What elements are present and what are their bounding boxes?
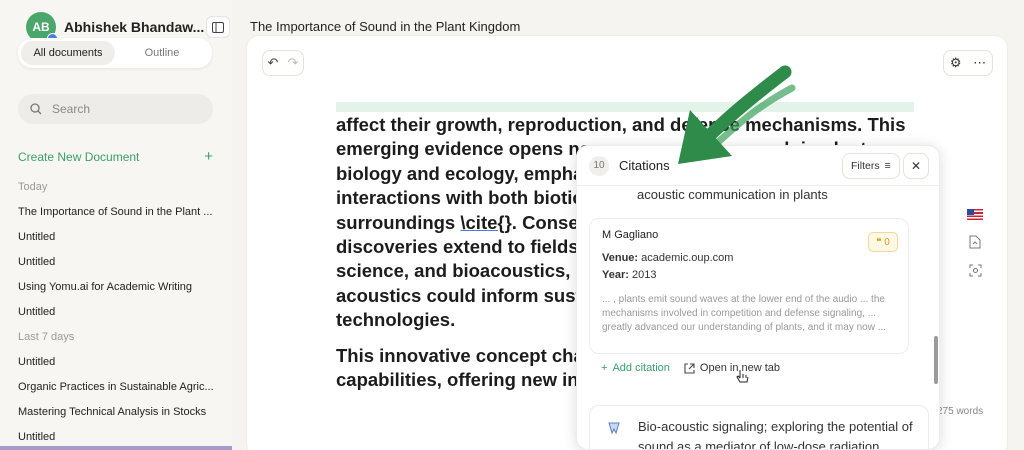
open-in-new-tab-button[interactable]: Open in new tab <box>684 362 780 374</box>
section-today: Today <box>18 181 48 193</box>
language-flag-icon[interactable] <box>967 206 983 222</box>
search-icon <box>30 103 42 115</box>
sidebar-panel-icon <box>212 21 224 33</box>
list-item[interactable]: Untitled <box>18 225 218 250</box>
editor-menu: ⚙ ⋯ <box>943 50 993 76</box>
add-citation-button[interactable]: + Add citation <box>601 362 670 374</box>
add-citation-label: Add citation <box>612 362 670 374</box>
tab-all-documents[interactable]: All documents <box>21 41 115 65</box>
scrollbar[interactable] <box>934 336 938 384</box>
filter-icon: ≡ <box>884 160 891 172</box>
external-link-icon <box>684 362 695 374</box>
sidebar-toggle-button[interactable] <box>206 16 230 38</box>
search-input[interactable] <box>52 102 192 116</box>
text-line: affect their growth, reproduction, and d… <box>336 114 906 135</box>
citation-meta: Venue: academic.oup.com Year: 2013 <box>602 250 896 284</box>
list-item[interactable]: Mastering Technical Analysis in Stocks <box>18 400 218 425</box>
section-last-7-days: Last 7 days <box>18 331 75 343</box>
annotation-arrow <box>678 65 796 164</box>
venue-label: Venue: <box>602 252 639 264</box>
citation-title-previous[interactable]: acoustic communication in plants <box>637 187 828 202</box>
search-box[interactable] <box>18 94 213 124</box>
citation-actions: + Add citation Open in new tab <box>601 362 780 374</box>
list-item[interactable]: Untitled <box>18 250 218 275</box>
side-toolbar <box>967 206 983 278</box>
citation-snippet: ... , plants emit sound waves at the low… <box>602 294 887 333</box>
list-item[interactable]: The Importance of Sound in the Plant ... <box>18 200 218 225</box>
citations-panel: 10 Citations Filters ≡ ✕ acoustic commun… <box>576 145 940 450</box>
text-highlight <box>336 102 914 112</box>
filters-label: Filters <box>851 160 880 172</box>
avatar-initials: AB <box>32 20 50 34</box>
tab-outline[interactable]: Outline <box>115 41 209 65</box>
citation-year: 2013 <box>631 269 657 281</box>
citation-card-next[interactable]: Bio-acoustic signaling; exploring the po… <box>589 405 929 450</box>
sidebar: AB Abhishek Bhandaw... All documents Out… <box>0 0 232 450</box>
close-icon[interactable]: ✕ <box>903 153 929 179</box>
quote-icon: ❝ <box>876 236 885 248</box>
page-title: The Importance of Sound in the Plant Kin… <box>250 19 521 34</box>
bottom-divider <box>0 446 232 450</box>
more-icon[interactable]: ⋯ <box>973 55 986 71</box>
redo-icon[interactable]: ↷ <box>288 55 299 71</box>
citation-next-title: Bio-acoustic signaling; exploring the po… <box>638 419 913 450</box>
quote-count-button[interactable]: ❝ 0 <box>868 232 898 252</box>
scan-icon[interactable] <box>967 262 983 278</box>
list-item[interactable]: Untitled <box>18 350 218 375</box>
cite-placeholder[interactable]: \cite{} <box>460 212 511 233</box>
text-fragment: . Conse <box>511 211 579 233</box>
list-item[interactable]: Organic Practices in Sustainable Agric..… <box>18 375 218 400</box>
quote-count: 0 <box>884 236 890 248</box>
undo-icon[interactable]: ↶ <box>268 55 279 71</box>
citation-author: M Gagliano <box>602 229 659 241</box>
document-icon[interactable] <box>967 234 983 250</box>
create-label: Create New Document <box>18 149 140 164</box>
pen-nib-icon <box>608 422 620 435</box>
word-count: 275 words <box>937 406 984 417</box>
list-item[interactable]: Untitled <box>18 300 218 325</box>
text-fragment: surroundings <box>336 211 461 233</box>
user-name: Abhishek Bhandaw... <box>64 19 205 35</box>
document-list: Today The Importance of Sound in the Pla… <box>18 175 218 450</box>
history-controls: ↶ ↷ <box>262 50 304 76</box>
doc-view-tabs: All documents Outline <box>18 38 212 68</box>
create-new-document[interactable]: Create New Document + <box>18 148 213 165</box>
year-label: Year: <box>602 269 629 281</box>
list-item[interactable]: Using Yomu.ai for Academic Writing <box>18 275 218 300</box>
citation-card[interactable]: M Gagliano ❝ 0 Venue: academic.oup.com Y… <box>589 218 909 354</box>
filters-button[interactable]: Filters ≡ <box>842 153 900 179</box>
settings-icon[interactable]: ⚙ <box>950 55 962 71</box>
plus-icon: + <box>601 362 608 374</box>
plus-icon[interactable]: + <box>204 148 213 165</box>
citation-venue: academic.oup.com <box>641 252 734 264</box>
hand-cursor-icon <box>736 370 749 383</box>
citation-count-badge: 10 <box>589 155 609 176</box>
